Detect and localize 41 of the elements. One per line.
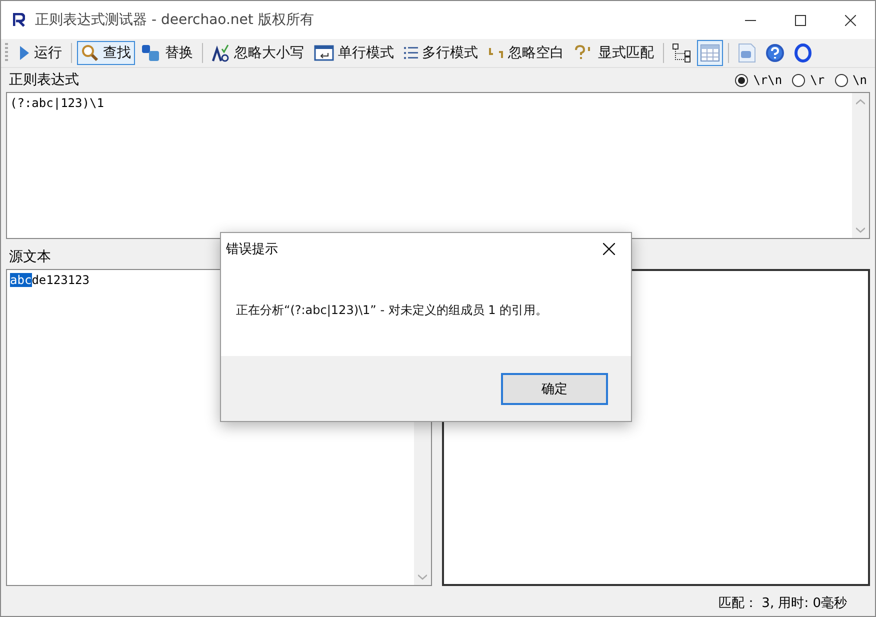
- source-text-label: 源文本: [9, 248, 51, 266]
- toolbar-button[interactable]: 运行: [14, 41, 66, 65]
- toolbar-button[interactable]: 显式匹配: [570, 41, 658, 65]
- tree-icon: [672, 43, 692, 63]
- radio-label[interactable]: \r: [810, 73, 825, 87]
- radio-label[interactable]: \r\n: [753, 73, 782, 87]
- radio-button[interactable]: [735, 74, 748, 86]
- scroll-down-icon[interactable]: [856, 226, 865, 232]
- radio-label[interactable]: \n: [852, 73, 867, 87]
- toolbar-button[interactable]: 多行模式: [400, 41, 482, 65]
- ok-button[interactable]: 确定: [501, 372, 608, 404]
- close-icon: [844, 14, 856, 26]
- magnifier-icon: [81, 44, 99, 62]
- window-icon: [314, 45, 334, 61]
- help-icon: [765, 43, 785, 63]
- scroll-down-icon[interactable]: [418, 574, 427, 580]
- brackets-icon: [488, 45, 504, 61]
- regex-label: 正则表达式: [9, 71, 79, 89]
- play-icon: [18, 45, 30, 61]
- toolbar-button[interactable]: 单行模式: [310, 41, 398, 65]
- scroll-up-icon[interactable]: [856, 98, 865, 104]
- regex-text: (?:abc|123)\1: [9, 95, 105, 112]
- app-logo-icon: [13, 13, 25, 27]
- ring-icon: [793, 43, 813, 63]
- case-icon: [212, 44, 230, 62]
- window-title: 正则表达式测试器 - deerchao.net 版权所有: [35, 11, 315, 29]
- toolbar-button[interactable]: 查找: [77, 41, 135, 65]
- lines-icon: [404, 45, 418, 61]
- toolbar-button[interactable]: 忽略空白: [484, 41, 568, 65]
- status-text: 匹配： 3, 用时: 0毫秒: [718, 595, 847, 612]
- dialog-title: 错误提示: [226, 241, 279, 258]
- close-icon: [603, 243, 615, 255]
- toolbar-button[interactable]: 替换: [137, 41, 197, 65]
- radio-button[interactable]: [834, 74, 848, 86]
- regex-input-field[interactable]: (?:abc|123)\1: [6, 92, 870, 239]
- scrollbar[interactable]: [852, 93, 869, 238]
- grid-icon: [700, 44, 720, 62]
- source-text: abcde123123: [9, 272, 90, 289]
- radio-button[interactable]: [792, 74, 806, 86]
- maximize-icon: [794, 14, 806, 26]
- toolbar-button[interactable]: 忽略大小写: [208, 41, 308, 65]
